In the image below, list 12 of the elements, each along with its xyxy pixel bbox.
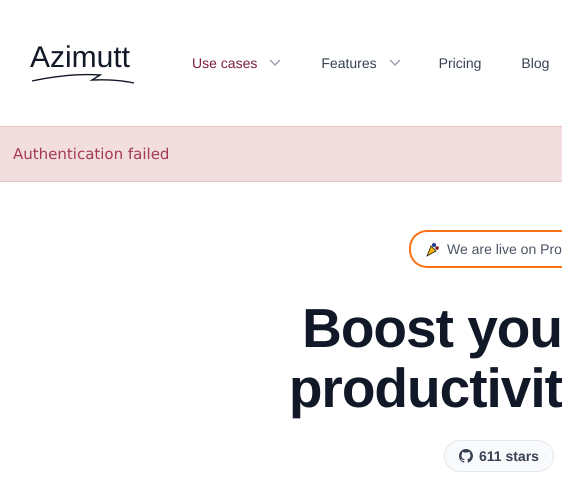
hero-title-line: Boost you bbox=[302, 298, 562, 358]
party-popper-icon bbox=[425, 241, 441, 257]
nav-link[interactable]: Pricing bbox=[438, 55, 482, 71]
nav-dropdown[interactable]: Features bbox=[321, 55, 401, 71]
announcement-link[interactable]: We are live on Pro bbox=[409, 230, 562, 268]
nav-link[interactable]: Blog bbox=[521, 55, 550, 71]
github-icon bbox=[459, 449, 473, 463]
hero-title-line: productivit bbox=[288, 358, 562, 418]
github-stars-button[interactable]: 611 stars bbox=[444, 440, 554, 472]
alert-message: Authentication failed bbox=[13, 145, 170, 163]
logo[interactable]: Azimutt bbox=[30, 41, 134, 85]
nav-dropdown[interactable]: Use cases bbox=[192, 55, 282, 71]
